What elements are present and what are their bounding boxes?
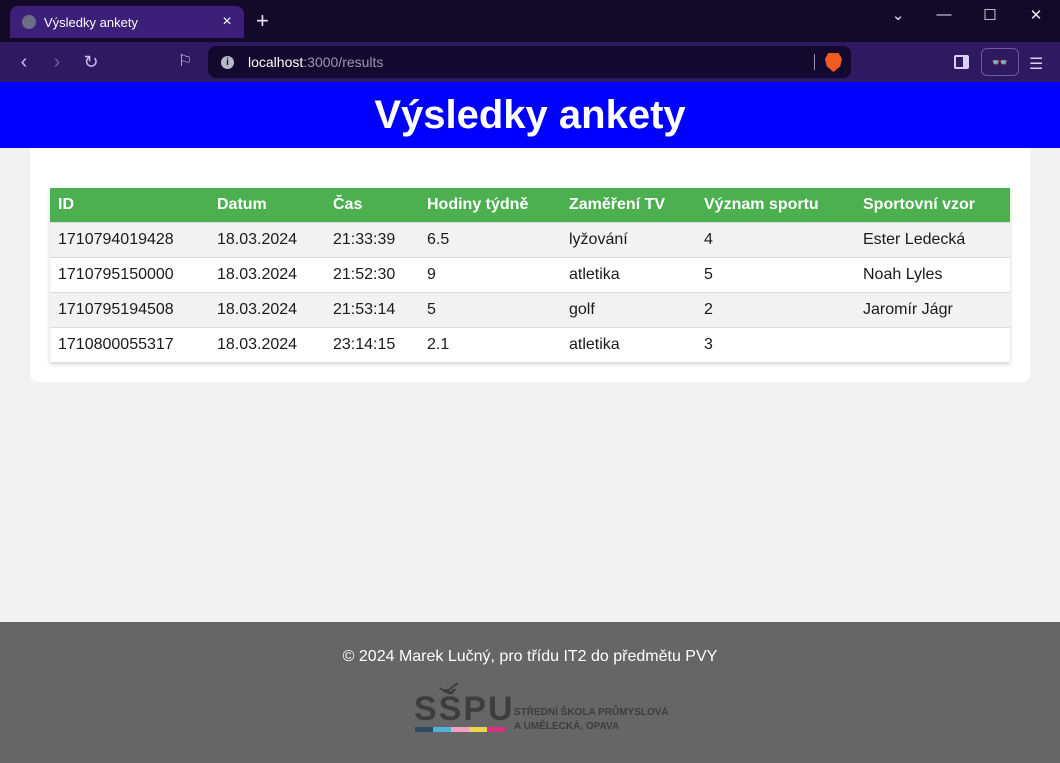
cell-role-model: Ester Ledecká xyxy=(855,221,1010,257)
address-bar[interactable]: i localhost :3000/results xyxy=(208,46,851,78)
cell-importance: 4 xyxy=(696,221,855,257)
cell-time: 23:14:15 xyxy=(325,326,419,362)
table-row: 1710795150000 18.03.2024 21:52:30 9 atle… xyxy=(50,256,1010,292)
tab-close-icon[interactable]: × xyxy=(218,13,236,31)
table-row: 1710800055317 18.03.2024 23:14:15 2.1 at… xyxy=(50,326,1010,362)
column-header-id: ID xyxy=(50,188,209,222)
cell-time: 21:33:39 xyxy=(325,221,419,257)
sidebar-toggle-icon[interactable] xyxy=(954,55,969,69)
cell-importance: 3 xyxy=(696,326,855,362)
cell-time: 21:53:14 xyxy=(325,291,419,327)
globe-icon xyxy=(22,15,36,29)
url-path: :3000/results xyxy=(303,54,384,70)
table-row: 1710795194508 18.03.2024 21:53:14 5 golf… xyxy=(50,291,1010,327)
tab-list-dropdown-icon[interactable]: ⌄ xyxy=(883,6,913,24)
table-header-row: ID Datum Čas Hodiny týdně Zaměření TV Vý… xyxy=(50,188,1010,222)
page-header: Výsledky ankety xyxy=(0,82,1060,148)
cell-hours: 2.1 xyxy=(419,326,561,362)
private-profile-icon[interactable]: 👓 xyxy=(981,48,1019,76)
cell-id: 1710795194508 xyxy=(50,291,209,327)
cell-focus: atletika xyxy=(561,256,696,292)
back-button[interactable]: ‹ xyxy=(12,50,36,74)
reload-button[interactable]: ↻ xyxy=(79,50,103,74)
logo-color-bar xyxy=(415,727,433,732)
results-card: ID Datum Čas Hodiny týdně Zaměření TV Vý… xyxy=(30,148,1030,382)
column-header-focus: Zaměření TV xyxy=(561,188,696,222)
cell-focus: atletika xyxy=(561,326,696,362)
logo-color-bars xyxy=(415,727,505,732)
cell-importance: 5 xyxy=(696,256,855,292)
site-info-icon[interactable]: i xyxy=(221,55,234,69)
cell-date: 18.03.2024 xyxy=(209,256,325,292)
logo-color-bar xyxy=(433,727,451,732)
footer-copyright: © 2024 Marek Lučný, pro třídu IT2 do pře… xyxy=(342,648,718,665)
results-table: ID Datum Čas Hodiny týdně Zaměření TV Vý… xyxy=(50,188,1010,362)
table-row: 1710794019428 18.03.2024 21:33:39 6.5 ly… xyxy=(50,221,1010,257)
cell-time: 21:52:30 xyxy=(325,256,419,292)
browser-toolbar: ‹ › ↻ ⚐ i localhost :3000/results 👓 ☰ xyxy=(0,42,1060,82)
logo-line-1: STŘEDNÍ ŠKOLA PRŮMYSLOVÁ xyxy=(514,707,669,718)
logo-color-bar xyxy=(469,727,487,732)
cell-id: 1710795150000 xyxy=(50,256,209,292)
column-header-importance: Význam sportu xyxy=(696,188,855,222)
cell-id: 1710794019428 xyxy=(50,221,209,257)
column-header-time: Čas xyxy=(325,188,419,222)
cell-focus: golf xyxy=(561,291,696,327)
logo-line-2: A UMĚLECKÁ, OPAVA xyxy=(514,721,620,732)
cell-date: 18.03.2024 xyxy=(209,291,325,327)
url-host: localhost xyxy=(248,54,304,70)
browser-titlebar: Výsledky ankety × + ⌄ — ☐ ✕ xyxy=(0,0,1060,42)
logo-subtitle: STŘEDNÍ ŠKOLA PRŮMYSLOVÁ A UMĚLECKÁ, OPA… xyxy=(514,706,669,734)
close-window-button[interactable]: ✕ xyxy=(1021,6,1051,24)
menu-icon[interactable]: ☰ xyxy=(1029,54,1043,74)
brave-shields-icon[interactable] xyxy=(825,53,842,72)
column-header-hours: Hodiny týdně xyxy=(419,188,561,222)
bookmark-icon[interactable]: ⚐ xyxy=(173,50,197,74)
cell-role-model xyxy=(855,326,1010,362)
cell-importance: 2 xyxy=(696,291,855,327)
browser-tab[interactable]: Výsledky ankety × xyxy=(10,6,244,38)
url-separator xyxy=(814,54,815,70)
school-logo: SŠPU STŘEDNÍ ŠKOLA PRŮMYSLOVÁ A UMĚLECKÁ… xyxy=(414,678,674,737)
logo-wordmark: SŠPU xyxy=(414,690,515,728)
new-tab-button[interactable]: + xyxy=(256,9,269,33)
forward-button[interactable]: › xyxy=(45,50,69,74)
cell-hours: 5 xyxy=(419,291,561,327)
cell-focus: lyžování xyxy=(561,221,696,257)
cell-role-model: Jaromír Jágr xyxy=(855,291,1010,327)
minimize-button[interactable]: — xyxy=(929,6,959,23)
cell-hours: 6.5 xyxy=(419,221,561,257)
cell-hours: 9 xyxy=(419,256,561,292)
cell-role-model: Noah Lyles xyxy=(855,256,1010,292)
cell-date: 18.03.2024 xyxy=(209,221,325,257)
logo-color-bar xyxy=(451,727,469,732)
page-footer: © 2024 Marek Lučný, pro třídu IT2 do pře… xyxy=(0,622,1060,763)
logo-color-bar xyxy=(487,727,505,732)
tab-title: Výsledky ankety xyxy=(44,14,138,30)
maximize-button[interactable]: ☐ xyxy=(975,6,1005,24)
column-header-date: Datum xyxy=(209,188,325,222)
cell-date: 18.03.2024 xyxy=(209,326,325,362)
column-header-role-model: Sportovní vzor xyxy=(855,188,1010,222)
page-title: Výsledky ankety xyxy=(374,93,686,137)
cell-id: 1710800055317 xyxy=(50,326,209,362)
